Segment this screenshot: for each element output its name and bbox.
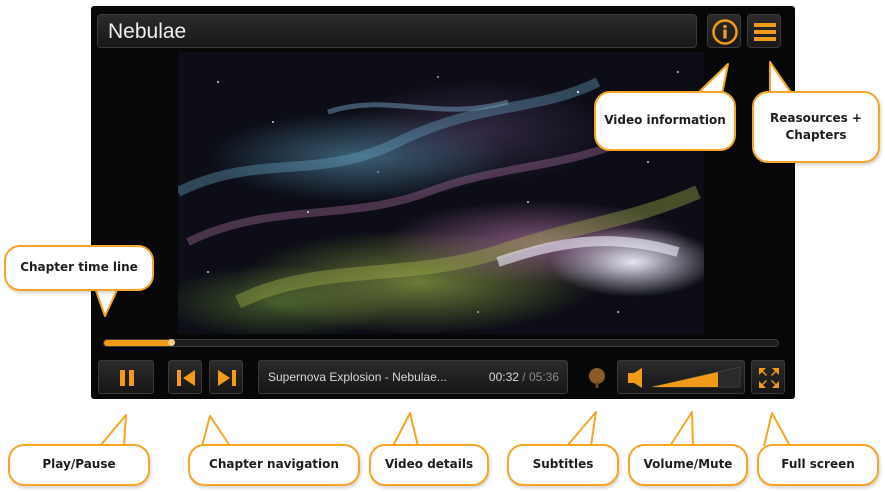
callout-subtitles: Subtitles <box>507 444 619 486</box>
callout-play-pause: Play/Pause <box>8 444 150 486</box>
callout-label: Play/Pause <box>42 457 116 472</box>
callout-video-information: Video information <box>594 91 736 151</box>
callout-label: Reasources + Chapters <box>770 110 862 142</box>
callout-label: Volume/Mute <box>643 457 733 472</box>
callout-label: Chapter navigation <box>209 457 339 472</box>
callout-full-screen: Full screen <box>757 444 879 486</box>
callout-label: Chapter time line <box>20 260 138 275</box>
callout-label: Full screen <box>781 457 855 472</box>
callout-chapter-navigation: Chapter navigation <box>188 444 360 486</box>
callout-label: Video information <box>604 113 726 128</box>
callout-video-details: Video details <box>369 444 489 486</box>
callout-resources-chapters: Reasources + Chapters <box>752 91 880 163</box>
callout-volume-mute: Volume/Mute <box>628 444 748 486</box>
callout-chapter-time-line: Chapter time line <box>4 245 154 291</box>
callout-label: Video details <box>384 457 474 472</box>
callout-label: Subtitles <box>532 457 594 472</box>
